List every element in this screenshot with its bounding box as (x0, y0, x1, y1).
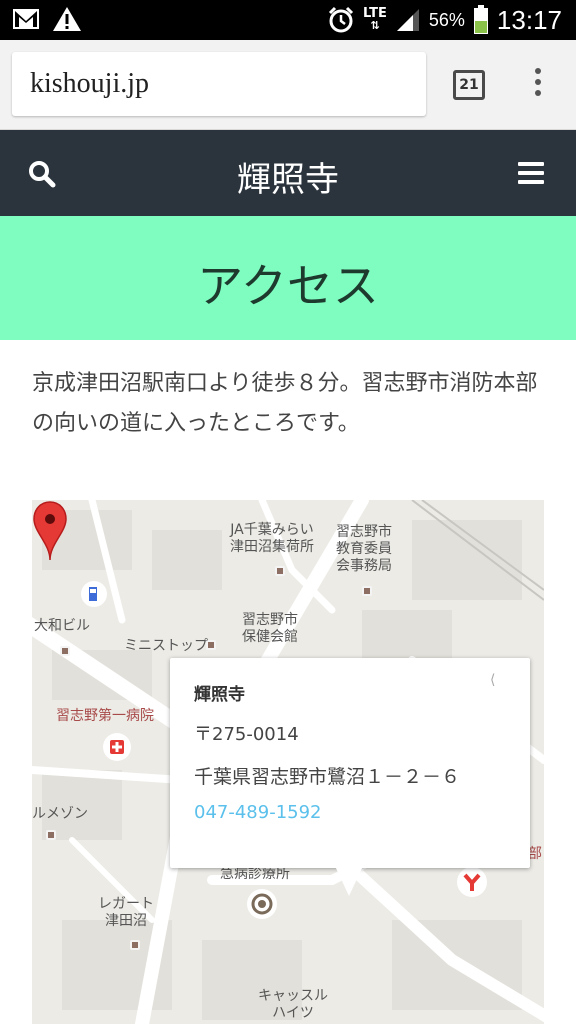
poi-marker[interactable] (60, 646, 70, 656)
map-label-castle-heights: キャッスル ハイツ (258, 988, 328, 1021)
info-window-zip: 〒275-0014 (194, 724, 299, 745)
gas-station-icon[interactable] (80, 580, 108, 608)
access-description: 京成津田沼駅南口より徒歩８分。習志野市消防本部の向いの道に入ったところです。 (32, 371, 538, 436)
url-bar[interactable]: kishouji.jp (12, 52, 426, 116)
page-title: アクセス (197, 259, 379, 313)
alarm-icon (328, 6, 354, 33)
gmail-icon (13, 9, 39, 29)
map-pin-icon[interactable] (32, 500, 68, 562)
poi-marker[interactable] (275, 566, 285, 576)
site-title[interactable]: 輝照寺 (0, 152, 576, 201)
info-window-address: 千葉県習志野市鷺沼１－２－６ (194, 766, 461, 788)
poi-marker[interactable] (130, 940, 140, 950)
map-label-hospital: 習志野第一病院 (56, 708, 154, 724)
site-header: 輝照寺 (0, 130, 576, 216)
browser-toolbar: kishouji.jp 21 (0, 40, 576, 130)
clock: 13:17 (496, 4, 562, 35)
signal-icon (396, 9, 419, 31)
close-icon[interactable]: ⟨ (490, 672, 504, 688)
info-window-name: 輝照寺 (194, 685, 245, 705)
map-label-bu: 部 (528, 846, 542, 862)
map-label-health-center: 習志野市 保健会館 (242, 612, 298, 645)
status-bar: LTE ⇅ 56% 13:17 (0, 0, 576, 40)
fire-station-icon[interactable] (456, 866, 488, 898)
map-label-ministop: ミニストップ (124, 638, 208, 654)
map-info-window: 輝照寺 ⟨ 〒275-0014 千葉県習志野市鷺沼１－２－６ 047-489-1… (170, 658, 530, 896)
info-window-tail (335, 866, 363, 896)
info-window-phone-link[interactable]: 047-489-1592 (194, 802, 322, 823)
clinic-icon[interactable] (246, 888, 278, 920)
map-label-regato: レガート 津田沼 (98, 896, 154, 929)
url-text: kishouji.jp (30, 68, 150, 99)
map-label-education-board: 習志野市 教育委員 会事務局 (336, 524, 392, 574)
page-hero: アクセス (0, 216, 576, 340)
poi-marker[interactable] (362, 586, 372, 596)
lte-indicator: LTE ⇅ (363, 6, 387, 32)
map-label-yamato: 大和ビル (34, 618, 90, 634)
map-label-maison: ルメゾン (32, 806, 88, 822)
poi-marker[interactable] (46, 830, 56, 840)
map-label-clinic: 急病診療所 (220, 866, 290, 882)
hamburger-menu-icon[interactable] (518, 162, 544, 189)
overflow-menu-icon[interactable] (528, 68, 548, 102)
battery-icon (473, 5, 488, 34)
google-map[interactable]: JA千葉みらい 津田沼集荷所 習志野市 教育委員 会事務局 大和ビル 習志野市 保健会館… (32, 500, 544, 1024)
battery-percent: 56% (428, 9, 465, 30)
warning-icon (53, 7, 81, 31)
map-label-ja: JA千葉みらい 津田沼集荷所 (230, 522, 314, 555)
tab-switcher-button[interactable]: 21 (453, 70, 485, 100)
hospital-icon[interactable] (102, 732, 132, 762)
